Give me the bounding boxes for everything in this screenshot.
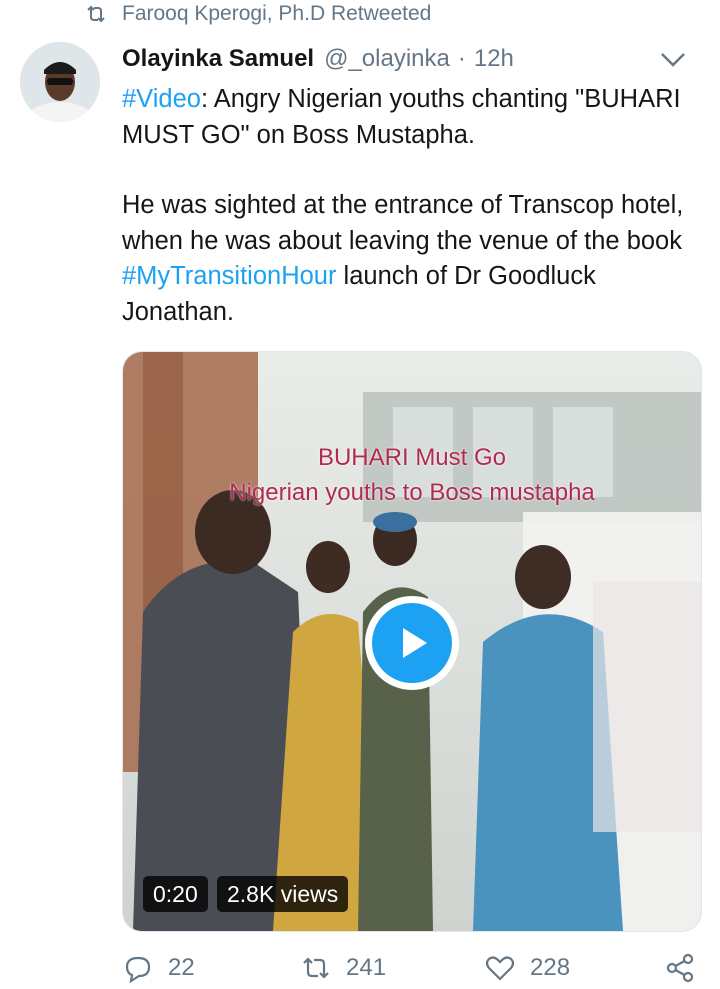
video-overlay-subtitle: Nigerian youths to Boss mustapha (229, 479, 595, 506)
video-view-count: 2.8K views (217, 876, 349, 912)
share-button[interactable] (664, 948, 696, 988)
retweet-icon (303, 957, 329, 979)
chevron-down-icon[interactable] (658, 48, 688, 70)
video-player[interactable]: BUHARI Must Go Nigerian youths to Boss m… (122, 351, 702, 932)
tweet-actions: 22 241 228 (122, 948, 702, 988)
reply-count: 22 (168, 954, 195, 981)
tweet-body: #Video: Angry Nigerian youths chanting "… (122, 82, 702, 330)
play-button[interactable] (365, 596, 459, 690)
retweet-count: 241 (346, 954, 387, 981)
share-icon (666, 953, 694, 983)
reply-button[interactable]: 22 (122, 948, 195, 988)
avatar[interactable] (20, 42, 100, 122)
tweet-text-line: He was sighted at the entrance of Transc… (122, 191, 684, 255)
hashtag-video[interactable]: #Video (122, 85, 201, 113)
hashtag-mytransitionhour[interactable]: #MyTransitionHour (122, 262, 336, 290)
separator-dot: · (457, 45, 466, 72)
tweet-header: Olayinka Samuel @_olayinka · 12h (122, 42, 700, 76)
retweet-icon (87, 5, 105, 23)
heart-icon (485, 956, 515, 981)
like-button[interactable]: 228 (484, 948, 570, 988)
author-handle[interactable]: @_olayinka (324, 45, 450, 73)
timestamp[interactable]: 12h (474, 45, 514, 73)
like-count: 228 (530, 954, 571, 981)
retweet-button[interactable]: 241 (300, 948, 386, 988)
retweeted-by-text[interactable]: Farooq Kperogi, Ph.D Retweeted (122, 2, 431, 26)
video-duration: 0:20 (143, 876, 208, 912)
tweet-text-line: : Angry Nigerian youths chanting "BUHARI… (122, 85, 681, 149)
tweet-paragraph: He was sighted at the entrance of Transc… (122, 188, 702, 330)
author-name[interactable]: Olayinka Samuel (122, 45, 314, 73)
play-icon (403, 628, 427, 658)
video-overlay-title: BUHARI Must Go (317, 444, 507, 471)
tweet-paragraph: #Video: Angry Nigerian youths chanting "… (122, 82, 702, 153)
retweet-context: Farooq Kperogi, Ph.D Retweeted (84, 0, 431, 28)
reply-icon (125, 956, 151, 984)
